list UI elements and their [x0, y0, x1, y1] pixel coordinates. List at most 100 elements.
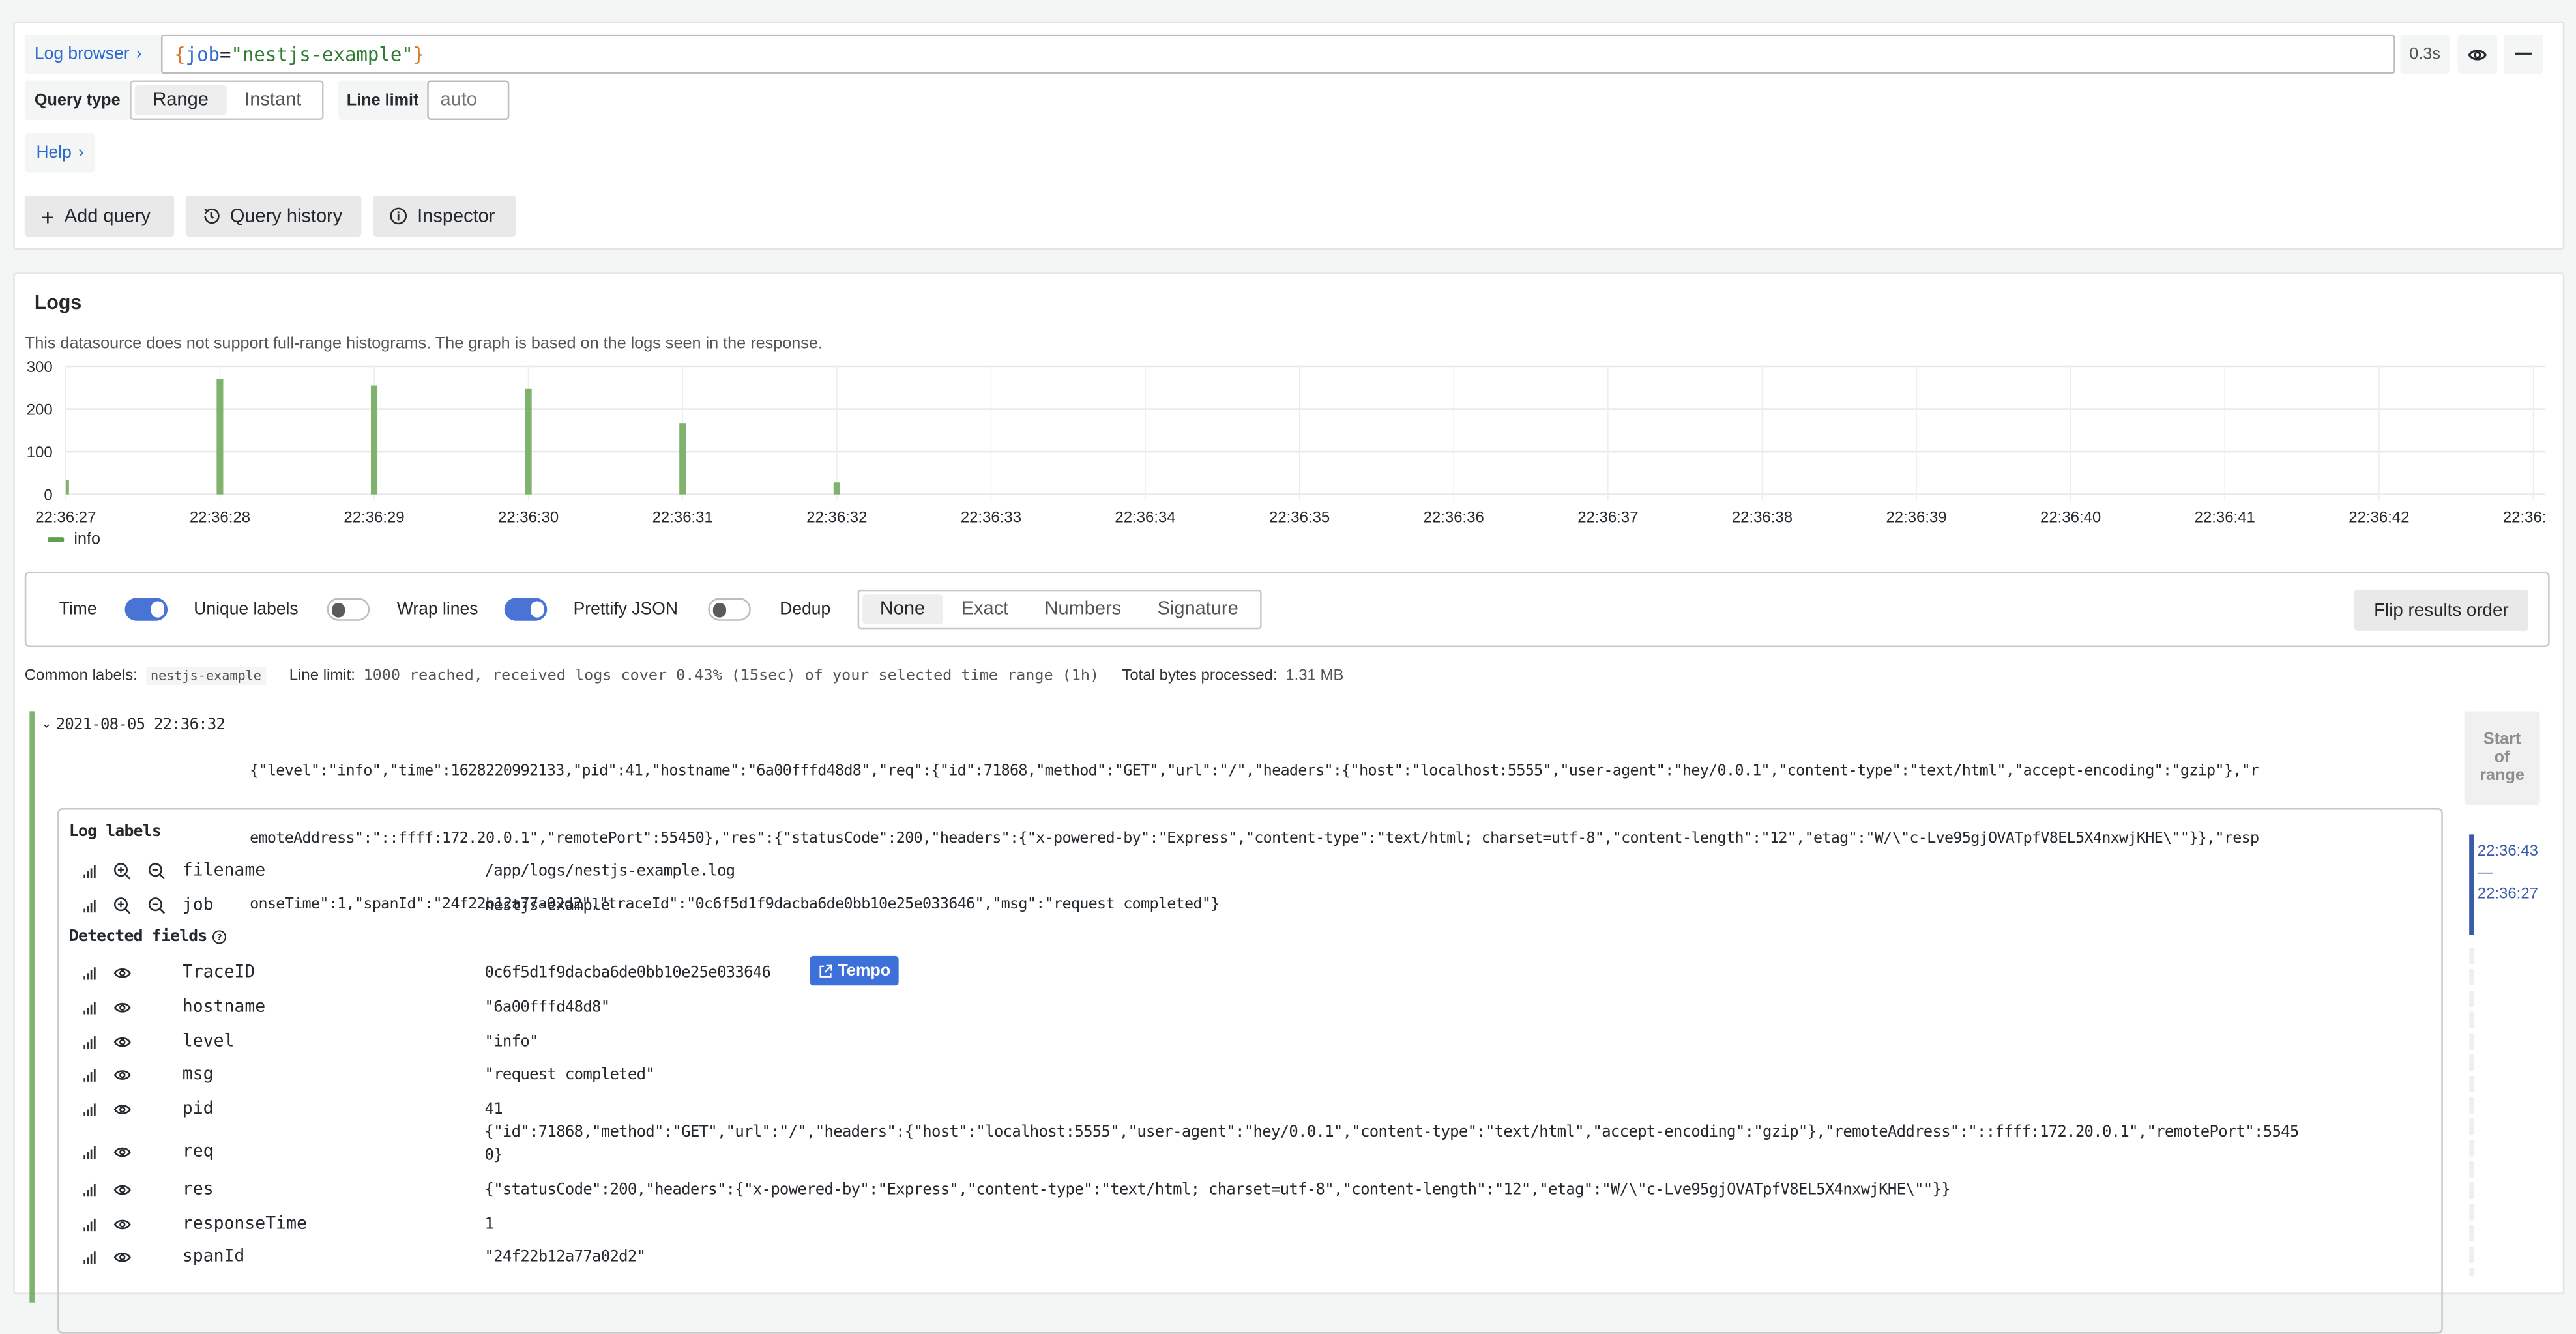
detected-fields-title: Detected fields ?: [69, 928, 227, 946]
histogram-bar[interactable]: [216, 379, 224, 495]
eye-icon[interactable]: [113, 1249, 131, 1264]
tempo-link-button[interactable]: Tempo: [810, 955, 899, 986]
stats-icon[interactable]: [81, 1034, 96, 1049]
field-key: level: [182, 1031, 235, 1052]
query-time-value: 0.3s: [2409, 45, 2440, 64]
start-of-range-button[interactable]: Start of range: [2464, 711, 2540, 805]
eye-icon[interactable]: [113, 1182, 131, 1196]
external-link-icon: [819, 964, 832, 977]
range-label[interactable]: 22:36:43 — 22:36:27: [2478, 841, 2538, 905]
inspector-label: Inspector: [417, 206, 495, 226]
stats-icon[interactable]: [81, 1000, 96, 1015]
field-value: {"id":71868,"method":"GET","url":"/","he…: [484, 1123, 2300, 1142]
line-limit-input[interactable]: [427, 80, 510, 120]
log-browser-button[interactable]: Log browser ›: [24, 34, 166, 74]
start-of-range-label: Start of range: [2480, 731, 2525, 785]
query-type-label-text: Query type: [34, 91, 121, 109]
dedup-exact[interactable]: Exact: [943, 594, 1027, 624]
eye-icon[interactable]: [113, 1144, 131, 1159]
histogram-bar[interactable]: [65, 480, 69, 495]
eye-icon[interactable]: [113, 1034, 131, 1049]
detected-field-row: req {"id":71868,"method":"GET","url":"/"…: [79, 1124, 2412, 1168]
log-label-row: job nestjs-example: [79, 889, 2412, 921]
x-tick-label: 22:36:40: [2040, 508, 2101, 526]
add-query-button[interactable]: + Add query: [24, 195, 175, 237]
eye-icon[interactable]: [113, 1067, 131, 1082]
zoom-in-icon[interactable]: [113, 862, 131, 880]
log-timestamp: 2021-08-05 22:36:32: [55, 716, 226, 734]
logs-panel: Logs This datasource does not support fu…: [13, 272, 2565, 1334]
eye-icon[interactable]: [113, 1101, 131, 1116]
x-tick-label: 22:36:43: [2503, 508, 2545, 526]
range-end: 22:36:27: [2477, 885, 2538, 904]
x-tick-label: 22:36:29: [344, 508, 404, 526]
eye-icon[interactable]: [113, 1000, 131, 1015]
field-key: TraceID: [182, 962, 256, 983]
stats-icon[interactable]: [81, 863, 96, 878]
query-type-range[interactable]: Range: [134, 85, 227, 115]
x-tick-label: 22:36:37: [1577, 508, 1638, 526]
x-tick-label: 22:36:35: [1269, 508, 1330, 526]
range-indicator[interactable]: [2469, 834, 2474, 935]
legend-item-info[interactable]: info: [48, 530, 100, 549]
y-tick-label: 0: [44, 486, 52, 504]
dedup-none[interactable]: None: [862, 594, 943, 624]
x-tick-label: 22:36:39: [1886, 508, 1946, 526]
prettify-json-toggle[interactable]: [707, 598, 750, 621]
x-tick-label: 22:36:31: [652, 508, 713, 526]
field-value: 1: [484, 1214, 495, 1233]
y-tick-label: 300: [27, 358, 53, 376]
x-tick-label: 22:36:34: [1115, 508, 1175, 526]
stats-icon[interactable]: [81, 1144, 96, 1159]
time-toggle[interactable]: [124, 598, 168, 621]
logs-meta: Common labels: nestjs-example Line limit…: [25, 667, 1343, 686]
range-separator: —: [2477, 863, 2493, 882]
zoom-out-icon[interactable]: [147, 862, 166, 880]
label-value: /app/logs/nestjs-example.log: [484, 861, 736, 880]
stats-icon[interactable]: [81, 1067, 96, 1082]
stats-icon[interactable]: [81, 965, 96, 980]
query-history-button[interactable]: Query history: [185, 195, 362, 237]
histogram-bar[interactable]: [370, 385, 378, 495]
histogram-bar[interactable]: [833, 482, 840, 495]
x-tick-label: 22:36:28: [190, 508, 250, 526]
query-input[interactable]: {job = "nestjs-example"}: [160, 34, 2395, 74]
query-type-instant[interactable]: Instant: [227, 85, 319, 115]
help-button[interactable]: Help ›: [24, 133, 96, 173]
toggle-visibility-button[interactable]: [2457, 34, 2498, 74]
dedup-numbers[interactable]: Numbers: [1027, 594, 1139, 624]
stats-icon[interactable]: [81, 897, 96, 912]
wrap-lines-toggle[interactable]: [504, 598, 548, 621]
stats-icon[interactable]: [81, 1101, 96, 1116]
stats-icon[interactable]: [81, 1182, 96, 1196]
field-key: responseTime: [182, 1213, 307, 1234]
chevron-down-icon[interactable]: ⌄: [41, 716, 52, 731]
zoom-in-icon[interactable]: [113, 896, 131, 914]
query-brace-open: {: [174, 42, 186, 66]
query-label-key: job: [185, 42, 220, 66]
y-tick-label: 100: [27, 444, 53, 461]
x-tick-label: 22:36:41: [2195, 508, 2255, 526]
inspector-button[interactable]: Inspector: [373, 195, 516, 237]
stats-icon[interactable]: [81, 1216, 96, 1231]
log-row[interactable]: ⌄ 2021-08-05 22:36:32 {"level":"info","t…: [25, 711, 2452, 1334]
question-circle-icon[interactable]: ?: [212, 930, 227, 945]
unique-labels-toggle[interactable]: [326, 598, 370, 621]
page-scrollbar[interactable]: [2566, 0, 2576, 1268]
dedup-signature[interactable]: Signature: [1139, 594, 1257, 624]
field-key: pid: [182, 1099, 214, 1119]
x-tick-label: 22:36:30: [498, 508, 559, 526]
zoom-out-icon[interactable]: [147, 896, 166, 914]
wrap-lines-label: Wrap lines: [396, 599, 478, 620]
collapse-query-button[interactable]: [2504, 34, 2543, 74]
chevron-right-icon: ›: [78, 143, 84, 163]
histogram-bar[interactable]: [525, 388, 532, 495]
eye-icon[interactable]: [113, 1216, 131, 1231]
detected-field-row: res {"statusCode":200,"headers":{"x-powe…: [79, 1173, 2412, 1206]
field-key: spanId: [182, 1246, 245, 1267]
histogram-bar[interactable]: [679, 423, 686, 495]
eye-icon[interactable]: [113, 965, 131, 980]
stats-icon[interactable]: [81, 1249, 96, 1264]
minus-icon: [2515, 52, 2532, 55]
flip-results-order-button[interactable]: Flip results order: [2354, 589, 2528, 631]
